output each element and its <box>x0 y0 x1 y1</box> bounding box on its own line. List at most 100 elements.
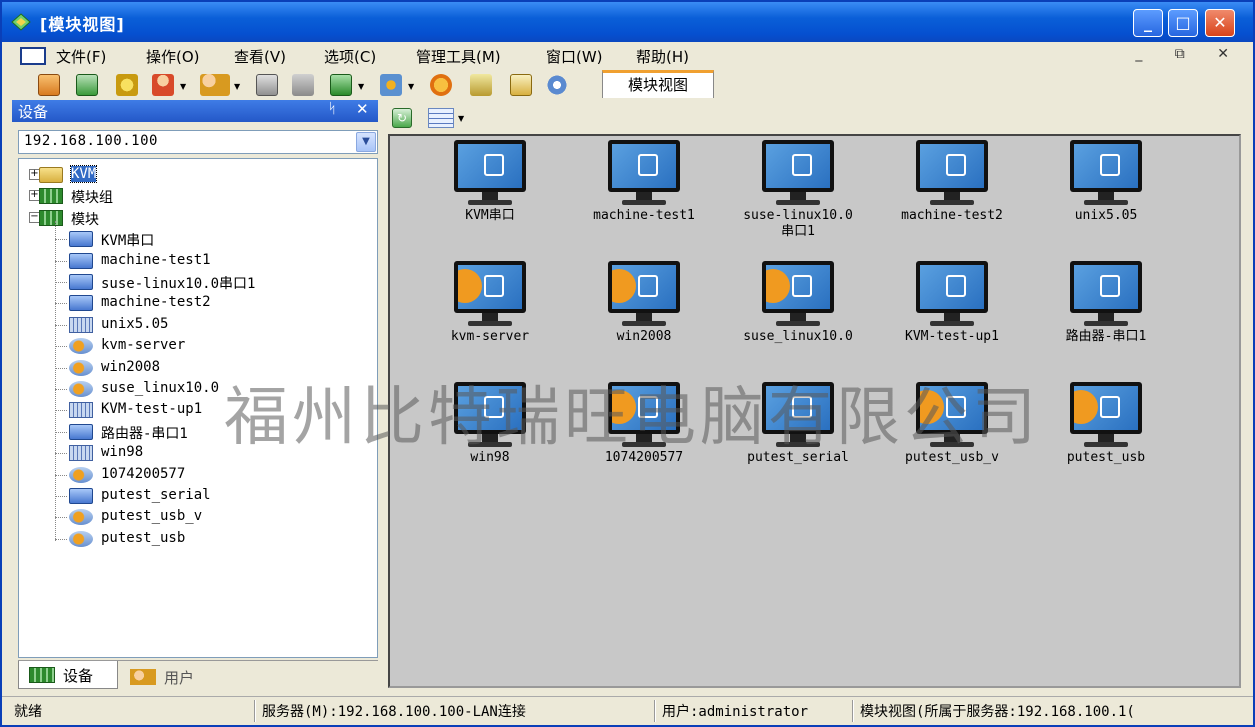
gear-icon[interactable] <box>546 74 568 96</box>
tree-item[interactable]: + 模块组 <box>19 186 369 206</box>
server-select-value: 192.168.100.100 <box>24 133 158 149</box>
module-dropdown-icon[interactable]: ▼ <box>358 82 364 91</box>
module-item[interactable]: 路由器-串口1 <box>1032 261 1180 371</box>
usb-icon <box>69 466 93 483</box>
user-group-dropdown-icon[interactable]: ▼ <box>234 82 240 91</box>
mdi-window-controls[interactable]: _ ⧉ ✕ <box>1135 46 1243 62</box>
module-item[interactable]: win98 <box>416 382 564 492</box>
tree-item[interactable]: KVM-test-up1 <box>19 400 369 420</box>
module-item[interactable]: putest_usb_v <box>878 382 1026 492</box>
switch-icon[interactable] <box>292 74 314 96</box>
network-dropdown-icon[interactable]: ▼ <box>408 82 414 91</box>
module-item[interactable]: machine-test1 <box>570 140 718 250</box>
serial-icon <box>69 231 93 248</box>
panel-close-icon[interactable]: ✕ <box>356 100 369 118</box>
tree-item[interactable]: + KVM <box>19 165 369 185</box>
port-badge <box>638 275 658 297</box>
edit-icon[interactable] <box>510 74 532 96</box>
menu-file[interactable]: 文件(F) <box>56 46 106 67</box>
module-item[interactable]: machine-test2 <box>878 140 1026 250</box>
module-item[interactable]: 1074200577 <box>570 382 718 492</box>
tree-item[interactable]: 1074200577 <box>19 465 369 485</box>
user-icon[interactable] <box>152 74 174 96</box>
print-icon[interactable] <box>256 74 278 96</box>
tree-item[interactable]: putest_usb <box>19 529 369 549</box>
menu-admin-tools[interactable]: 管理工具(M) <box>416 46 501 67</box>
usb-screen <box>920 386 984 430</box>
menu-view[interactable]: 查看(V) <box>234 46 286 67</box>
connect-icon[interactable] <box>38 74 60 96</box>
module-item[interactable]: putest_usb <box>1032 382 1180 492</box>
monitor-base <box>1084 442 1128 447</box>
tree-item-label: win2008 <box>101 358 161 375</box>
monitor-icon <box>608 261 680 313</box>
module-item[interactable]: KVM-test-up1 <box>878 261 1026 371</box>
serial-screen <box>612 144 676 188</box>
maximize-button[interactable]: □ <box>1168 9 1198 37</box>
tree-item-label: 路由器-串口1 <box>101 425 188 442</box>
tree-connector <box>55 221 56 541</box>
tree-item[interactable]: win2008 <box>19 358 369 378</box>
monitor-icon <box>762 261 834 313</box>
tree-item[interactable]: machine-test2 <box>19 293 369 313</box>
menu-action[interactable]: 操作(O) <box>146 46 200 67</box>
tree-item[interactable]: unix5.05 <box>19 315 369 335</box>
module-icon-area[interactable]: KVM串口 machine-test1 suse-linux10.0 串口1 machi… <box>388 134 1241 688</box>
module-item[interactable]: KVM串口 <box>416 140 564 250</box>
port-badge <box>638 154 658 176</box>
usb-screen <box>766 265 830 309</box>
key-icon[interactable] <box>116 74 138 96</box>
tab-devices[interactable]: 设备 <box>18 661 118 689</box>
serial-screen <box>1074 265 1138 309</box>
close-button[interactable]: ✕ <box>1205 9 1235 37</box>
module-icon[interactable] <box>330 74 352 96</box>
minimize-button[interactable]: _ <box>1133 9 1163 37</box>
tree-item[interactable]: putest_usb_v <box>19 507 369 527</box>
tree-item-label: 1074200577 <box>101 465 186 482</box>
tree-item[interactable]: suse_linux10.0 <box>19 379 369 399</box>
tree-connector <box>55 496 67 497</box>
title-bar[interactable]: [模块视图] _ □ ✕ <box>2 2 1253 42</box>
scan-icon[interactable] <box>470 74 492 96</box>
tab-users[interactable]: 用户 <box>120 663 220 689</box>
user-group-icon[interactable] <box>200 74 230 96</box>
monitor-base <box>776 442 820 447</box>
module-item[interactable]: kvm-server <box>416 261 564 371</box>
module-item[interactable]: unix5.05 <box>1032 140 1180 250</box>
view-mode-icon[interactable] <box>428 108 454 128</box>
tab-users-label: 用户 <box>164 669 195 687</box>
module-item[interactable]: putest_serial <box>724 382 872 492</box>
refresh-icon[interactable]: ↻ <box>392 108 412 128</box>
tree-item[interactable]: machine-test1 <box>19 251 369 271</box>
network-icon[interactable] <box>380 74 402 96</box>
tree-item[interactable]: 路由器-串口1 <box>19 422 369 442</box>
settings-disc-icon[interactable] <box>430 74 452 96</box>
document-icon <box>20 47 46 65</box>
module-item[interactable]: suse_linux10.0 <box>724 261 872 371</box>
device-tree[interactable]: + KVM + 模块组 − 模块 KVM串口 machine-test1 suse-linux1… <box>18 158 378 658</box>
view-mode-dropdown-icon[interactable]: ▼ <box>458 114 464 123</box>
user-dropdown-icon[interactable]: ▼ <box>180 82 186 91</box>
tree-item[interactable]: KVM串口 <box>19 229 369 249</box>
tree-item[interactable]: kvm-server <box>19 336 369 356</box>
tree-item-label: kvm-server <box>101 337 186 354</box>
pin-icon[interactable]: ᛋ <box>328 101 336 117</box>
menu-help[interactable]: 帮助(H) <box>636 46 689 67</box>
menu-window[interactable]: 窗口(W) <box>546 46 603 67</box>
port-badge <box>484 396 504 418</box>
monitor-stand <box>482 434 498 442</box>
module-item[interactable]: suse-linux10.0 串口1 <box>724 140 872 250</box>
menu-options[interactable]: 选项(C) <box>324 46 376 67</box>
port-badge <box>1100 396 1120 418</box>
module-item[interactable]: win2008 <box>570 261 718 371</box>
tree-item[interactable]: win98 <box>19 443 369 463</box>
chevron-down-icon[interactable]: ▼ <box>356 132 376 152</box>
tab-module-view[interactable]: 模块视图 <box>602 70 714 98</box>
disconnect-icon[interactable] <box>76 74 98 96</box>
tree-item[interactable]: suse-linux10.0串口1 <box>19 272 369 292</box>
tree-item[interactable]: putest_serial <box>19 486 369 506</box>
module-label: putest_usb <box>1066 450 1146 465</box>
server-select[interactable]: 192.168.100.100 ▼ <box>18 130 378 154</box>
group-icon <box>39 188 63 205</box>
tree-item[interactable]: − 模块 <box>19 208 369 228</box>
